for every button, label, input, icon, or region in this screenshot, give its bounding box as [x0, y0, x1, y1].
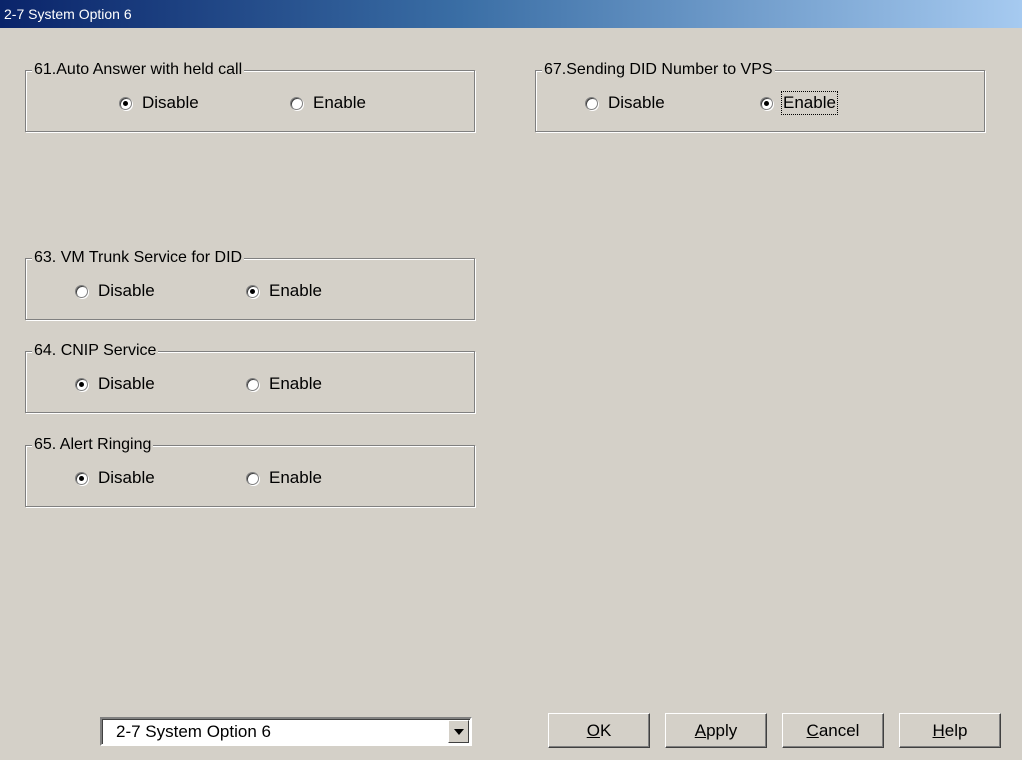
- page-select-value: 2-7 System Option 6: [116, 722, 271, 741]
- help-label: elp: [944, 720, 968, 740]
- radio-selected-icon: [119, 96, 132, 110]
- radio-enable[interactable]: Enable: [246, 281, 322, 301]
- group-alert-ringing: 65. Alert Ringing Disable Enable: [25, 435, 475, 507]
- radio-unselected-icon: [585, 96, 598, 110]
- window-title: 2-7 System Option 6: [0, 0, 1022, 28]
- group-vm-trunk-service-did: 63. VM Trunk Service for DID Disable Ena…: [25, 248, 475, 320]
- group-sending-did-number-vps: 67.Sending DID Number to VPS Disable Ena…: [535, 60, 985, 132]
- cancel-button[interactable]: Cancel: [782, 713, 884, 748]
- group-legend: 65. Alert Ringing: [32, 435, 154, 455]
- group-auto-answer-held-call: 61.Auto Answer with held call Disable En…: [25, 60, 475, 132]
- group-legend: 64. CNIP Service: [32, 341, 159, 361]
- page-select-dropdown[interactable]: 2-7 System Option 6: [100, 717, 472, 746]
- radio-disable[interactable]: Disable: [119, 93, 199, 113]
- radio-label: Enable: [269, 281, 322, 300]
- apply-label: pply: [706, 720, 738, 740]
- radio-unselected-icon: [246, 377, 259, 391]
- group-legend: 61.Auto Answer with held call: [32, 60, 245, 80]
- radio-label: Enable: [269, 468, 322, 487]
- radio-selected-icon: [246, 284, 259, 298]
- radio-enable[interactable]: Enable: [246, 374, 322, 394]
- help-accel: H: [932, 720, 945, 740]
- cancel-accel: C: [806, 720, 819, 740]
- radio-label: Disable: [608, 93, 665, 112]
- radio-enable[interactable]: Enable: [290, 93, 366, 113]
- apply-accel: A: [694, 720, 707, 740]
- radio-unselected-icon: [246, 471, 259, 485]
- radio-enable[interactable]: Enable: [760, 91, 838, 115]
- chevron-down-icon[interactable]: [448, 720, 469, 743]
- radio-disable[interactable]: Disable: [75, 281, 155, 301]
- group-cnip-service: 64. CNIP Service Disable Enable: [25, 341, 475, 413]
- radio-label: Disable: [98, 374, 155, 393]
- radio-disable[interactable]: Disable: [75, 374, 155, 394]
- radio-disable[interactable]: Disable: [585, 93, 665, 113]
- apply-button[interactable]: Apply: [665, 713, 767, 748]
- radio-selected-icon: [75, 471, 88, 485]
- ok-label: K: [599, 720, 612, 740]
- help-button[interactable]: Help: [899, 713, 1001, 748]
- group-legend: 63. VM Trunk Service for DID: [32, 248, 245, 268]
- radio-selected-icon: [75, 377, 88, 391]
- radio-selected-icon: [760, 96, 773, 110]
- radio-enable[interactable]: Enable: [246, 468, 322, 488]
- ok-button[interactable]: OK: [548, 713, 650, 748]
- radio-label: Disable: [142, 93, 199, 112]
- radio-unselected-icon: [290, 96, 303, 110]
- radio-label: Disable: [98, 281, 155, 300]
- radio-label: Enable: [313, 93, 366, 112]
- cancel-label: ancel: [818, 720, 860, 740]
- radio-disable[interactable]: Disable: [75, 468, 155, 488]
- radio-label: Disable: [98, 468, 155, 487]
- radio-unselected-icon: [75, 284, 88, 298]
- ok-accel: O: [586, 720, 600, 740]
- group-legend: 67.Sending DID Number to VPS: [542, 60, 775, 80]
- radio-label: Enable: [269, 374, 322, 393]
- radio-label: Enable: [781, 91, 838, 115]
